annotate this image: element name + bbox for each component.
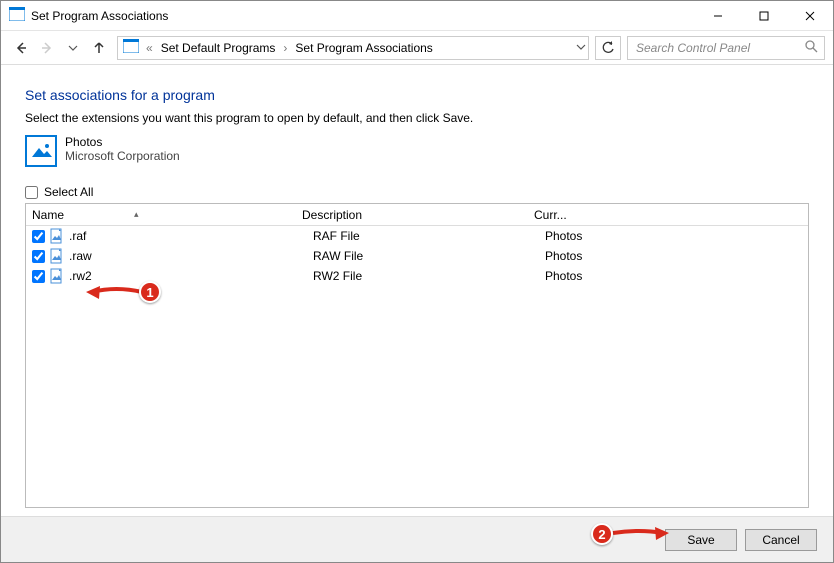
- table-row[interactable]: .rafRAF FilePhotos: [26, 226, 808, 246]
- col-header-current[interactable]: Curr...: [534, 208, 792, 222]
- row-desc: RAW File: [313, 249, 545, 263]
- address-history-chevron-icon[interactable]: [576, 41, 586, 55]
- row-ext: .raw: [69, 249, 313, 263]
- minimize-button[interactable]: [695, 1, 741, 31]
- file-type-icon: [49, 248, 65, 264]
- row-checkbox[interactable]: [32, 250, 45, 263]
- col-header-description[interactable]: Description: [302, 208, 534, 222]
- file-type-icon: [49, 228, 65, 244]
- forward-button[interactable]: [35, 36, 59, 60]
- list-header: Name▴ Description Curr...: [26, 204, 808, 226]
- maximize-button[interactable]: [741, 1, 787, 31]
- close-button[interactable]: [787, 1, 833, 31]
- list-body[interactable]: .mp4MP4 FilePhotos.mp4vMP4V FilePhotos.m…: [26, 226, 808, 507]
- row-desc: RAF File: [313, 229, 545, 243]
- recent-locations-button[interactable]: [61, 36, 85, 60]
- save-button[interactable]: Save: [665, 529, 737, 551]
- breadcrumb-set-default[interactable]: Set Default Programs: [157, 39, 280, 57]
- app-icon-small: [123, 39, 139, 56]
- back-button[interactable]: [9, 36, 33, 60]
- col-header-name[interactable]: Name▴: [26, 208, 302, 222]
- program-vendor: Microsoft Corporation: [65, 149, 180, 163]
- file-association-list: Name▴ Description Curr... .mp4MP4 FilePh…: [25, 203, 809, 508]
- search-box[interactable]: [627, 36, 825, 60]
- cancel-button[interactable]: Cancel: [745, 529, 817, 551]
- page-heading: Set associations for a program: [25, 87, 809, 103]
- up-button[interactable]: [87, 36, 111, 60]
- annotation-arrow-2: [611, 525, 669, 549]
- program-info: Photos Microsoft Corporation: [25, 135, 809, 167]
- refresh-button[interactable]: [595, 36, 621, 60]
- select-all-row: Select All: [25, 185, 809, 199]
- content: Set associations for a program Select th…: [1, 65, 833, 516]
- nav-bar: « Set Default Programs › Set Program Ass…: [1, 31, 833, 65]
- program-name: Photos: [65, 135, 180, 149]
- window-title: Set Program Associations: [31, 9, 168, 23]
- annotation-badge-2: 2: [591, 523, 613, 545]
- row-checkbox[interactable]: [32, 230, 45, 243]
- annotation-badge-1: 1: [139, 281, 161, 303]
- row-ext: .rw2: [69, 269, 313, 283]
- address-bar[interactable]: « Set Default Programs › Set Program Ass…: [117, 36, 589, 60]
- page-subtext: Select the extensions you want this prog…: [25, 111, 809, 125]
- search-input[interactable]: [634, 40, 805, 56]
- breadcrumb-set-associations[interactable]: Set Program Associations: [291, 39, 436, 57]
- breadcrumb-sep-icon: «: [146, 41, 153, 55]
- row-curr: Photos: [545, 269, 808, 283]
- annotation-arrow-1: [86, 284, 144, 308]
- search-icon: [805, 40, 818, 56]
- select-all-label: Select All: [44, 185, 93, 199]
- bottom-bar: Save Cancel: [1, 516, 833, 562]
- table-row[interactable]: .rawRAW FilePhotos: [26, 246, 808, 266]
- chevron-right-icon: ›: [283, 41, 287, 55]
- row-curr: Photos: [545, 249, 808, 263]
- row-desc: RW2 File: [313, 269, 545, 283]
- app-icon: [9, 7, 25, 24]
- titlebar: Set Program Associations: [1, 1, 833, 31]
- sort-asc-icon: ▴: [134, 209, 139, 220]
- row-checkbox[interactable]: [32, 270, 45, 283]
- photos-app-icon: [25, 135, 57, 167]
- select-all-checkbox[interactable]: [25, 186, 38, 199]
- row-ext: .raf: [69, 229, 313, 243]
- file-type-icon: [49, 268, 65, 284]
- row-curr: Photos: [545, 229, 808, 243]
- window: Set Program Associations « Set Default P…: [0, 0, 834, 563]
